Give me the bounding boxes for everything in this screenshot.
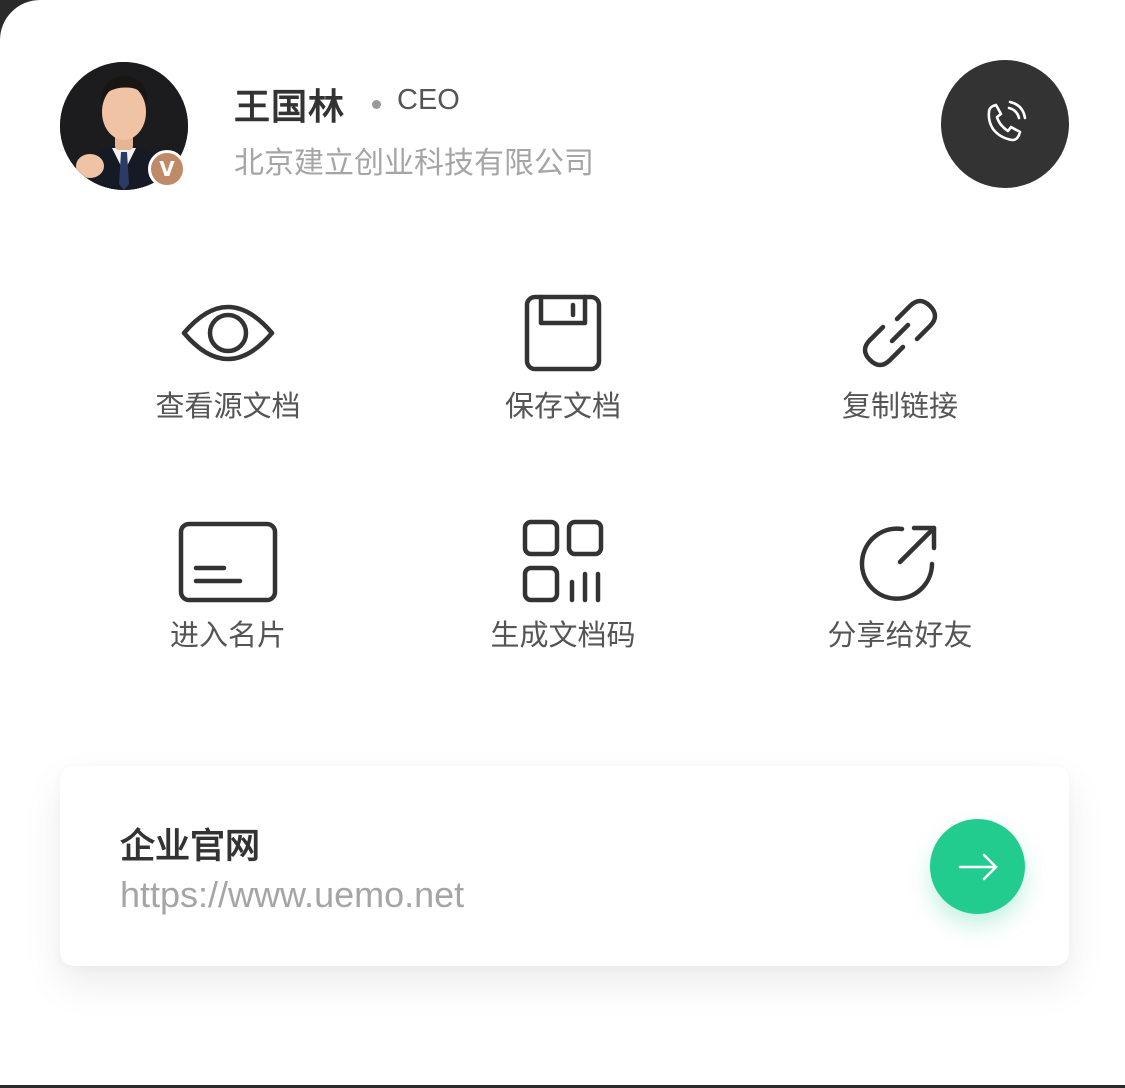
profile-company: 北京建立创业科技有限公司 — [234, 146, 594, 181]
link-icon — [862, 298, 938, 368]
action-save-document[interactable]: 保存文档 — [443, 283, 683, 453]
card-icon — [178, 521, 278, 603]
separator-dot — [372, 100, 381, 109]
profile-role: CEO — [397, 84, 460, 116]
action-generate-code[interactable]: 生成文档码 — [443, 512, 683, 682]
floppy-disk-icon — [524, 294, 602, 372]
arrow-right-icon — [958, 853, 997, 880]
action-share-friend[interactable]: 分享给好友 — [780, 512, 1020, 682]
website-title: 企业官网 — [120, 827, 261, 867]
profile-name: 王国林 — [234, 87, 346, 128]
action-enter-card[interactable]: 进入名片 — [108, 512, 348, 682]
call-button[interactable] — [941, 60, 1069, 188]
action-label: 进入名片 — [169, 618, 286, 652]
action-label: 保存文档 — [504, 389, 621, 423]
website-url[interactable]: https://www.uemo.net — [120, 874, 464, 916]
contact-sheet: V 王国林 CEO 北京建立创业科技有限公司 查看源文档 保存文档 复制链接 进… — [0, 0, 1125, 1085]
open-website-button[interactable] — [930, 819, 1025, 914]
qr-code-icon — [522, 519, 604, 603]
action-label: 复制链接 — [841, 389, 958, 423]
action-label: 分享给好友 — [827, 618, 973, 652]
action-label: 查看源文档 — [155, 389, 301, 423]
action-label: 生成文档码 — [490, 618, 636, 652]
share-icon — [859, 525, 937, 601]
eye-icon — [181, 304, 275, 362]
action-copy-link[interactable]: 复制链接 — [780, 283, 1020, 453]
verified-badge: V — [148, 150, 186, 188]
phone-call-icon — [987, 100, 1027, 142]
website-card[interactable]: 企业官网 https://www.uemo.net — [60, 766, 1069, 966]
action-view-source[interactable]: 查看源文档 — [108, 283, 348, 453]
